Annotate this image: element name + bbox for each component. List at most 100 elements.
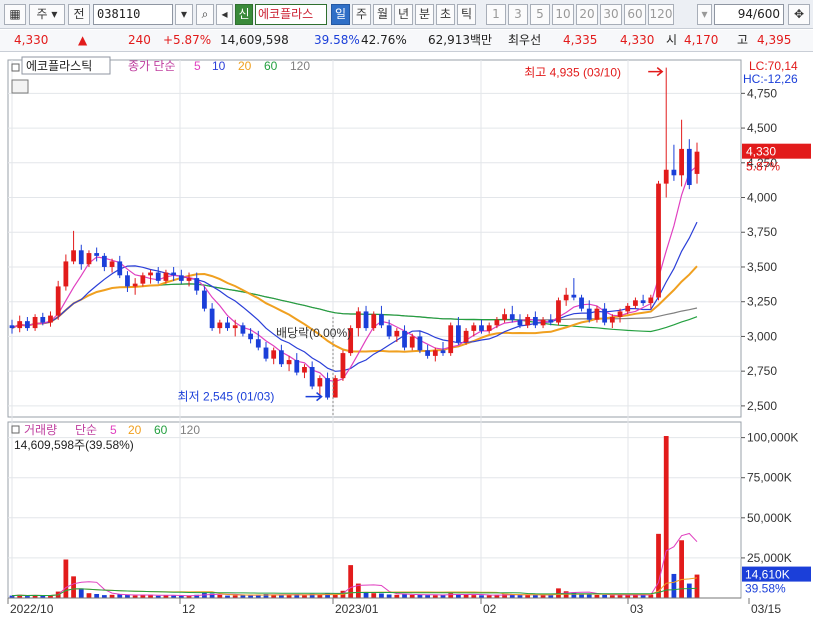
- interval-button-5[interactable]: 5: [530, 4, 550, 25]
- interval-button-30[interactable]: 30: [600, 4, 622, 25]
- volume-tick-label: 25,000K: [747, 551, 792, 565]
- candle-body: [479, 325, 484, 331]
- candle-body: [532, 316, 538, 326]
- period-tab-2[interactable]: 월: [373, 4, 392, 25]
- up-arrow-icon: ▲: [78, 33, 88, 47]
- current-price-label: 4,330: [746, 145, 776, 159]
- candle-body: [271, 350, 277, 359]
- price-tick-label: 3,750: [747, 225, 777, 239]
- candle-body: [525, 316, 531, 326]
- ma-period-5: 5: [194, 59, 201, 73]
- candle-body: [463, 330, 469, 342]
- candle-body: [594, 308, 600, 320]
- candle-body: [71, 250, 76, 262]
- code-input[interactable]: 038110: [93, 4, 173, 25]
- high-annotation: 최고 4,935 (03/10): [524, 66, 621, 80]
- volume-bar: [63, 559, 69, 598]
- volume-bar: [86, 593, 92, 598]
- search-icon[interactable]: ⌕: [196, 4, 214, 25]
- candle-body: [17, 321, 23, 329]
- candle-body: [94, 253, 100, 256]
- volume-bar: [417, 594, 423, 598]
- candle-body: [556, 300, 561, 323]
- candle-body: [278, 350, 284, 365]
- interval-button-60[interactable]: 60: [624, 4, 646, 25]
- hc-label: HC:-12,26: [743, 72, 798, 86]
- stock-name: 에코플라스: [255, 4, 327, 25]
- candle-body: [355, 311, 361, 329]
- candle-body: [432, 350, 438, 356]
- candle-body: [302, 366, 307, 373]
- pin-icon[interactable]: ✥: [788, 4, 810, 25]
- candle-body: [402, 330, 407, 348]
- candle-body: [286, 360, 292, 365]
- volume-bar: [71, 576, 76, 598]
- candle-body: [640, 300, 646, 304]
- candle-body: [586, 308, 592, 320]
- current-price-pct: 5.87%: [746, 160, 780, 174]
- candle-body: [394, 330, 400, 337]
- candle-body: [371, 314, 377, 329]
- time-tick-label: 03: [630, 602, 644, 616]
- period-tab-4[interactable]: 분: [415, 4, 434, 25]
- volume-bar: [371, 593, 377, 598]
- prev-label[interactable]: 전: [68, 4, 90, 25]
- series-name: 에코플라스틱: [26, 59, 92, 73]
- candle-body: [386, 325, 392, 337]
- quote-high: 4,395: [757, 33, 792, 47]
- period-tab-3[interactable]: 년: [394, 4, 413, 25]
- volume-bar: [671, 573, 677, 598]
- grid-icon[interactable]: ▦: [4, 4, 26, 25]
- stock-chart[interactable]: 2,5002,7503,0003,2503,5003,7504,0004,250…: [0, 53, 813, 619]
- high-label: 고: [737, 33, 749, 47]
- quote-amount: 62,913백만: [428, 33, 493, 47]
- quote-change-pct: +5.87%: [163, 33, 212, 47]
- period-tab-6[interactable]: 틱: [457, 4, 476, 25]
- dividend-annotation: 배당락(0.00%): [276, 326, 351, 340]
- volume-ma-label: 단순: [75, 423, 97, 437]
- candle-body: [379, 314, 384, 326]
- interval-button-10[interactable]: 10: [552, 4, 574, 25]
- interval-button-3[interactable]: 3: [508, 4, 528, 25]
- candle-body: [209, 308, 215, 329]
- ma-period-10: 10: [212, 59, 226, 73]
- candle-body: [340, 353, 346, 379]
- candle-body: [140, 275, 146, 284]
- candle-body: [171, 272, 177, 276]
- speaker-icon[interactable]: ◂: [216, 4, 233, 25]
- volume-bar: [117, 594, 123, 598]
- interval-button-120[interactable]: 120: [648, 4, 674, 25]
- candle-body: [332, 378, 338, 398]
- interval-button-1[interactable]: 1: [486, 4, 506, 25]
- candle-body: [255, 339, 261, 348]
- period-tab-0[interactable]: 일: [331, 4, 350, 25]
- candle-count[interactable]: 94/600: [714, 4, 784, 25]
- candle-body: [55, 286, 61, 316]
- ma-period-20: 20: [238, 59, 252, 73]
- interval-button-20[interactable]: 20: [576, 4, 598, 25]
- ma-label: 종가 단순: [128, 59, 176, 73]
- quote-price: 4,330: [14, 33, 49, 47]
- interval-dropdown-icon[interactable]: ▾: [697, 4, 712, 25]
- candle-body: [409, 336, 415, 348]
- candle-body: [517, 319, 523, 326]
- code-dropdown-icon[interactable]: ▾: [175, 4, 193, 25]
- ma-period-60: 60: [264, 59, 278, 73]
- quote-change: 240: [128, 33, 151, 47]
- candle-body: [25, 321, 30, 329]
- candle-body: [48, 315, 53, 323]
- volume-label: 거래량: [24, 423, 57, 437]
- candle-body: [363, 311, 369, 329]
- market-badge: 신: [235, 4, 253, 25]
- price-tick-label: 2,500: [747, 399, 777, 413]
- low-annotation: 최저 2,545 (01/03): [178, 390, 275, 404]
- volume-bar: [402, 594, 407, 598]
- volume-ma-period-120: 120: [180, 423, 200, 437]
- candle-body: [425, 350, 431, 356]
- period-tab-5[interactable]: 초: [436, 4, 455, 25]
- candle-body: [540, 319, 546, 326]
- type-select[interactable]: 주 ▾: [29, 4, 65, 25]
- volume-bar: [448, 593, 454, 598]
- period-tab-1[interactable]: 주: [352, 4, 371, 25]
- candle-body: [178, 275, 184, 281]
